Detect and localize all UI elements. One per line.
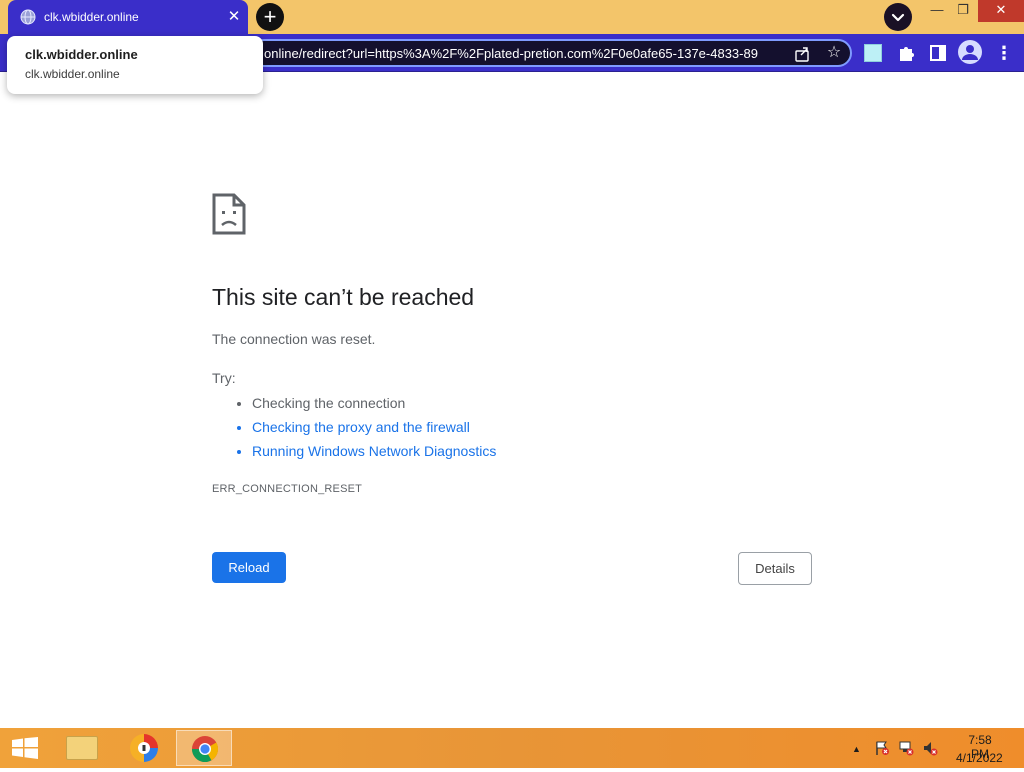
share-icon[interactable] xyxy=(792,44,812,64)
menu-icon[interactable]: ⋮ xyxy=(994,43,1014,63)
try-label: Try: xyxy=(212,370,236,386)
url-text[interactable]: online/redirect?url=https%3A%2F%2Fplated… xyxy=(264,46,758,61)
address-bar[interactable]: online/redirect?url=https%3A%2F%2Fplated… xyxy=(250,39,852,67)
taskbar xyxy=(0,728,1024,768)
error-code: ERR_CONNECTION_RESET xyxy=(212,483,363,495)
suggestion-list: Checking the connection Checking the pro… xyxy=(234,394,496,466)
suggestion-check-connection: Checking the connection xyxy=(252,394,496,418)
close-window-button[interactable]: ✕ xyxy=(978,0,1024,22)
windows-start-icon[interactable] xyxy=(12,737,38,759)
volume-muted-icon[interactable] xyxy=(922,740,938,756)
sad-document-icon xyxy=(212,193,246,235)
tab-strip: clk.wbidder.online ✕ + — ❐ ✕ xyxy=(0,0,1024,34)
action-center-flag-icon[interactable] xyxy=(874,740,890,756)
error-description: The connection was reset. xyxy=(212,331,376,347)
tray-expand-icon[interactable]: ▲ xyxy=(852,744,861,754)
reload-button[interactable]: Reload xyxy=(212,552,286,583)
tab-active[interactable]: clk.wbidder.online ✕ xyxy=(8,0,248,34)
folder-icon xyxy=(66,736,98,760)
network-icon[interactable] xyxy=(898,740,914,756)
maximize-button[interactable]: ❐ xyxy=(948,0,978,22)
clock-date[interactable]: 4/1/2022 xyxy=(956,751,1003,765)
tab-title: clk.wbidder.online xyxy=(44,10,139,24)
hover-card-title: clk.wbidder.online xyxy=(25,47,138,62)
globe-icon xyxy=(20,9,36,25)
bookmark-star-icon[interactable]: ☆ xyxy=(824,43,844,63)
browser-app-taskbar-button[interactable] xyxy=(116,730,172,766)
extension-icon[interactable] xyxy=(864,44,882,62)
details-button[interactable]: Details xyxy=(738,552,812,585)
side-panel-icon[interactable] xyxy=(928,43,948,63)
puzzle-icon[interactable] xyxy=(896,43,916,63)
hover-card-domain: clk.wbidder.online xyxy=(25,67,120,81)
error-title: This site can’t be reached xyxy=(212,284,475,310)
file-explorer-taskbar-button[interactable] xyxy=(54,730,110,766)
chevron-down-icon xyxy=(891,13,905,22)
chrome-taskbar-button[interactable] xyxy=(176,730,232,766)
profile-avatar-icon[interactable] xyxy=(958,40,982,64)
tab-close-icon[interactable]: ✕ xyxy=(224,7,244,27)
suggestion-proxy-firewall-link[interactable]: Checking the proxy and the firewall xyxy=(252,418,496,442)
tab-hover-card: clk.wbidder.online clk.wbidder.online xyxy=(7,36,263,94)
shield-browser-icon xyxy=(130,734,158,762)
suggestion-network-diagnostics-link[interactable]: Running Windows Network Diagnostics xyxy=(252,442,496,466)
new-tab-button[interactable]: + xyxy=(256,3,284,31)
chrome-icon xyxy=(191,736,219,763)
tab-search-button[interactable] xyxy=(884,3,912,31)
